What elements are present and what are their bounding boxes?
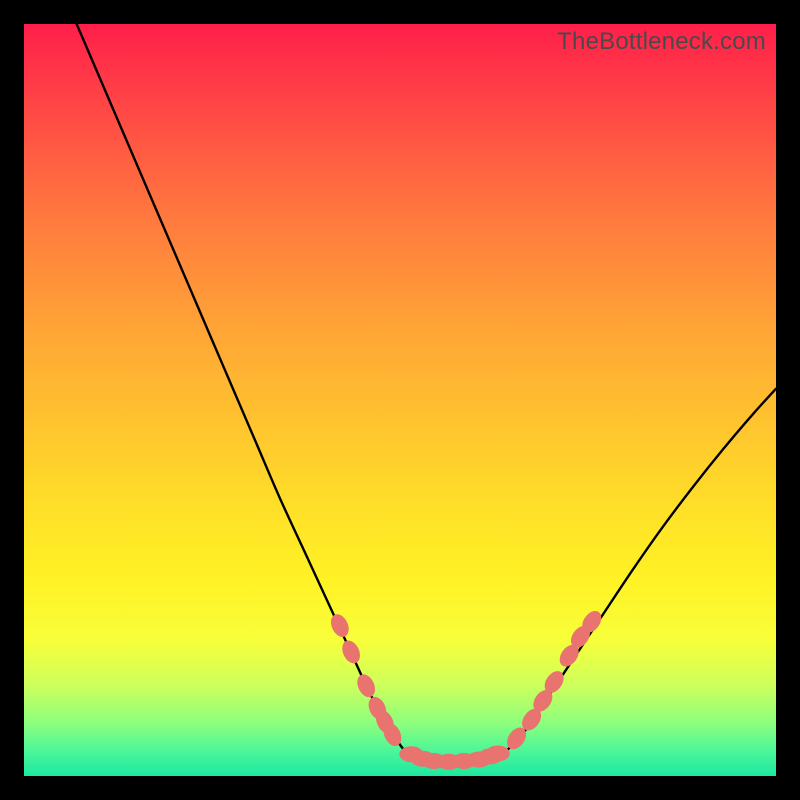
curve-marker [486, 745, 510, 761]
curve-marker [339, 638, 364, 667]
curve-marker [354, 672, 379, 701]
plot-frame: TheBottleneck.com [24, 24, 776, 776]
bottleneck-curve-chart [24, 24, 776, 776]
curve-marker [328, 611, 353, 640]
v-curve [77, 24, 776, 763]
curve-markers [328, 607, 606, 769]
